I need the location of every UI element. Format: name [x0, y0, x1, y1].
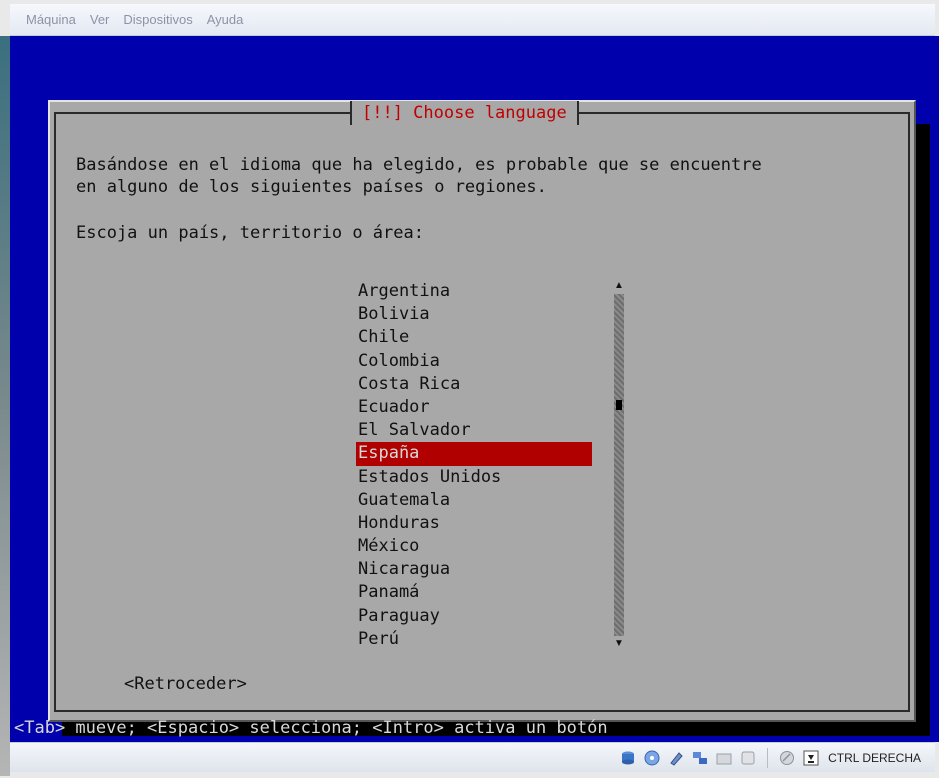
- window-left-edge: [0, 36, 10, 776]
- list-item[interactable]: Guatemala: [356, 489, 592, 512]
- vm-menubar: Máquina Ver Dispositivos Ayuda: [10, 4, 935, 36]
- host-key-label: CTRL DERECHA: [828, 750, 921, 765]
- country-list[interactable]: Argentina Bolivia Chile Colombia Costa R…: [356, 280, 592, 651]
- intro-line-2: en alguno de los siguientes países o reg…: [76, 177, 547, 197]
- scrollbar-thumb[interactable]: [616, 400, 622, 410]
- list-item[interactable]: Chile: [356, 326, 592, 349]
- display-icon[interactable]: [739, 749, 757, 767]
- scroll-up-icon[interactable]: ▲: [613, 280, 625, 292]
- scroll-down-icon[interactable]: ▼: [613, 638, 625, 650]
- list-item[interactable]: Panamá: [356, 581, 592, 604]
- language-dialog: [!!] Choose language Basándose en el idi…: [48, 100, 916, 722]
- list-item[interactable]: Paraguay: [356, 605, 592, 628]
- vm-screen: [!!] Choose language Basándose en el idi…: [10, 36, 939, 742]
- back-button[interactable]: <Retroceder>: [124, 674, 247, 694]
- dialog-title: [!!] Choose language: [350, 101, 579, 125]
- scrollbar-track[interactable]: [614, 294, 624, 636]
- shared-folders-icon[interactable]: [715, 749, 733, 767]
- dialog-frame: [!!] Choose language Basándose en el idi…: [54, 101, 910, 712]
- list-item[interactable]: Ecuador: [356, 396, 592, 419]
- list-item[interactable]: Honduras: [356, 512, 592, 535]
- country-prompt: Escoja un país, territorio o área:: [76, 223, 424, 243]
- menu-dispositivos[interactable]: Dispositivos: [123, 12, 192, 27]
- statusbar-separator: [767, 747, 769, 768]
- list-item[interactable]: México: [356, 535, 592, 558]
- list-item[interactable]: El Salvador: [356, 419, 592, 442]
- list-item[interactable]: Argentina: [356, 280, 592, 303]
- list-item-selected[interactable]: España: [356, 442, 592, 466]
- optical-drive-icon[interactable]: [643, 749, 661, 767]
- list-item[interactable]: Nicaragua: [356, 558, 592, 581]
- list-item[interactable]: Estados Unidos: [356, 466, 592, 489]
- mouse-integration-icon[interactable]: [778, 749, 796, 767]
- intro-line-1: Basándose en el idioma que ha elegido, e…: [76, 155, 762, 175]
- hard-disk-icon[interactable]: [619, 749, 637, 767]
- keyboard-capture-icon[interactable]: [802, 749, 820, 767]
- list-item[interactable]: Perú: [356, 628, 592, 651]
- help-line: <Tab> mueve; <Espacio> selecciona; <Intr…: [14, 718, 608, 738]
- network-icon[interactable]: [691, 749, 709, 767]
- menu-ayuda[interactable]: Ayuda: [207, 12, 244, 27]
- menu-maquina[interactable]: Máquina: [26, 12, 76, 27]
- menu-ver[interactable]: Ver: [90, 12, 110, 27]
- list-scrollbar[interactable]: ▲ ▼: [613, 280, 625, 650]
- list-item[interactable]: Colombia: [356, 350, 592, 373]
- vm-statusbar: CTRL DERECHA: [10, 742, 935, 772]
- usb-icon[interactable]: [667, 749, 685, 767]
- list-item[interactable]: Costa Rica: [356, 373, 592, 396]
- list-item[interactable]: Bolivia: [356, 303, 592, 326]
